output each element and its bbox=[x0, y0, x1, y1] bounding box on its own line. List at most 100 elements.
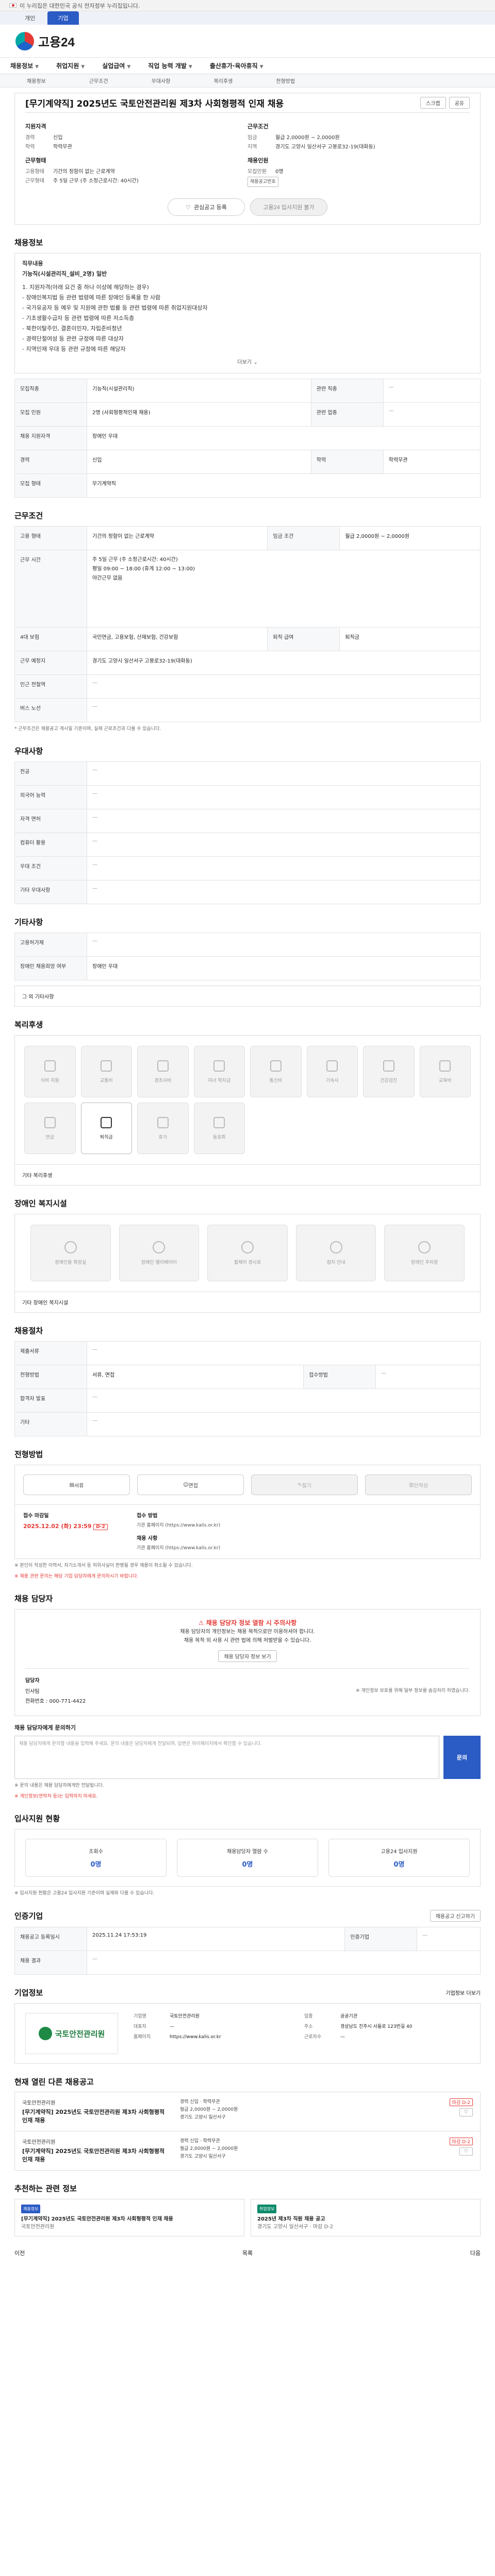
gift-icon bbox=[157, 1060, 169, 1072]
welfare-item: 교통비 bbox=[80, 1046, 132, 1097]
welfare-item: 휴가 bbox=[137, 1103, 189, 1154]
disabled-item: 점자 안내 bbox=[295, 1225, 376, 1281]
gnb-item-leave[interactable]: 출산휴가·육아휴직 ▼ bbox=[210, 61, 263, 70]
chevron-down-icon: ⌄ bbox=[253, 360, 258, 365]
company-logo: 국토안전관리원 bbox=[25, 2013, 118, 2054]
table-row: 외국어 능력 — bbox=[14, 785, 481, 809]
prev-link[interactable]: 이전 bbox=[14, 2249, 25, 2257]
stat-card: 채용담당자 열람 수 0명 bbox=[177, 1839, 318, 1877]
favorite-mini-button[interactable]: ♡ bbox=[459, 2108, 473, 2116]
school-icon bbox=[213, 1060, 225, 1072]
section-title-other-jobs: 현재 열린 다른 채용공고 bbox=[14, 2077, 94, 2087]
welfare-item: 연금 bbox=[24, 1103, 76, 1154]
table-row: 제출서류 — bbox=[14, 1341, 481, 1365]
related-card[interactable]: 취업정보 2025년 제3차 직원 채용 공고 경기도 고양시 일산서구 · 마감 … bbox=[251, 2199, 481, 2236]
snb-process[interactable]: 전형방법 bbox=[276, 77, 295, 84]
table-row: 모집 형태 무기계약직 bbox=[14, 473, 481, 498]
table-row: 채용공고 등록일시 2025.11.24 17:53:19 인증기업 — bbox=[14, 1927, 481, 1951]
table-row: 자격 면허 — bbox=[14, 809, 481, 833]
list-item[interactable]: 국토안전관리원 [무기계약직] 2025년도 국토안전관리원 제3차 사회형평적 … bbox=[14, 2131, 481, 2171]
welfare-box: 식비 지원 교통비 경조사비 자녀 학자금 통신비 기숙사 건강검진 교육비 연… bbox=[14, 1035, 481, 1185]
wheelchair-icon bbox=[241, 1241, 254, 1253]
site-logo[interactable]: 고용24 bbox=[38, 32, 75, 50]
gnb-item-jobs[interactable]: 채용정보 ▼ bbox=[10, 61, 39, 70]
gnb-item-training[interactable]: 직업 능력 개발 ▼ bbox=[148, 61, 192, 70]
apply-button[interactable]: 고용24 입사지원 불가 bbox=[250, 198, 327, 216]
company-logo-icon bbox=[38, 2027, 52, 2040]
tab-business[interactable]: 기업 bbox=[47, 11, 79, 25]
ask-textarea[interactable]: 채용 담당자에게 문의할 내용을 입력해 주세요. 문의 내용은 담당자에게 전… bbox=[14, 1736, 439, 1779]
restroom-icon bbox=[64, 1241, 77, 1253]
list-link[interactable]: 목록 bbox=[242, 2249, 253, 2257]
share-button[interactable]: 공유 bbox=[449, 97, 470, 109]
section-nav: 채용정보 근무조건 우대사항 복리후생 전형방법 bbox=[0, 74, 495, 88]
process-step-written: ✎ 필기 bbox=[251, 1475, 358, 1495]
chevron-down-icon: ▼ bbox=[81, 64, 85, 70]
summary-head-cond: 근무조건 bbox=[248, 123, 269, 130]
more-link[interactable]: 더보기 ⌄ bbox=[22, 358, 473, 368]
table-row: 기타 — bbox=[14, 1412, 481, 1436]
view-manager-button[interactable]: 채용 담당자 정보 보기 bbox=[218, 1650, 277, 1662]
parking-icon bbox=[418, 1241, 431, 1253]
stat-card: 조회수 0명 bbox=[25, 1839, 167, 1877]
snb-workcond[interactable]: 근무조건 bbox=[89, 77, 108, 84]
table-row: 근무 예정지 경기도 고양시 일산서구 고봉로32-19(대화동) bbox=[14, 651, 481, 675]
process-step-aptitude: ▥ 인적성 bbox=[365, 1475, 472, 1495]
process-box: ▤ 서류 ☺ 면접 ✎ 필기 ▥ 인적성 접수 마감일 2025.12.02 (… bbox=[14, 1465, 481, 1559]
section-title-recruit: 채용정보 bbox=[14, 238, 43, 247]
table-row: 모집 인원 2명 (사회형평적인재 채용) 관련 업종 — bbox=[14, 402, 481, 427]
section-title-company: 기업정보 기업정보 더보기 bbox=[14, 1988, 481, 1997]
snb-welfare[interactable]: 복리후생 bbox=[213, 77, 233, 84]
home-icon bbox=[326, 1060, 338, 1072]
favorite-button[interactable]: ♡ 관심공고 등록 bbox=[168, 198, 245, 216]
book-icon bbox=[439, 1060, 451, 1072]
table-row: 버스 노선 — bbox=[14, 698, 481, 722]
warning-icon: ⚠ bbox=[198, 1619, 206, 1626]
document-icon: ▤ bbox=[69, 1482, 75, 1488]
disabled-item: 장애인용 화장실 bbox=[30, 1225, 111, 1281]
etc-note-row: 그 외 기타사항 bbox=[14, 986, 481, 1007]
gov-banner-text: 이 누리집은 대한민국 공식 전자정부 누리집입니다. bbox=[20, 2, 140, 9]
list-item[interactable]: 국토안전관리원 [무기계약직] 2025년도 국토안전관리원 제3차 사회형평적 … bbox=[14, 2092, 481, 2131]
gnb-item-support[interactable]: 취업지원 ▼ bbox=[56, 61, 85, 70]
stats-box: 조회수 0명 채용담당자 열람 수 0명 고용24 입사지원 0명 bbox=[14, 1829, 481, 1887]
next-link[interactable]: 다음 bbox=[470, 2249, 481, 2257]
table-row: 인근 전철역 — bbox=[14, 674, 481, 699]
summary-head-qual: 지원자격 bbox=[25, 123, 46, 130]
pension-icon bbox=[44, 1116, 56, 1128]
favorite-mini-button[interactable]: ♡ bbox=[459, 2147, 473, 2156]
table-row: 기타 우대사항 — bbox=[14, 880, 481, 904]
site-header: 고용24 bbox=[0, 25, 495, 58]
company-more-link[interactable]: 기업정보 더보기 bbox=[446, 1989, 481, 1996]
process-step-document: ▤ 서류 bbox=[23, 1475, 130, 1495]
heart-icon: ♡ bbox=[186, 204, 191, 211]
snb-prefer[interactable]: 우대사항 bbox=[152, 77, 171, 84]
disabled-sub: 기타 장애인 복지시설 bbox=[15, 1292, 480, 1312]
prefer-table: 전공 — 외국어 능력 — 자격 면허 — 컴퓨터 활용 — 우대 조건 — 기타 우대사… bbox=[14, 761, 481, 904]
process-table: 제출서류 — 전형방법 서류, 면접 접수방법 — 합격자 발표 — 기타 — bbox=[14, 1341, 481, 1436]
table-row: 장애인 채용희망 여부 장애인 우대 bbox=[14, 956, 481, 980]
bus-icon bbox=[101, 1060, 112, 1072]
stat-card: 고용24 입사지원 0명 bbox=[328, 1839, 470, 1877]
logo-icon[interactable] bbox=[15, 31, 34, 50]
scrap-button[interactable]: 스크랩 bbox=[420, 97, 446, 109]
table-row: 채용 결과 — bbox=[14, 1951, 481, 1975]
summary-head-worktype: 근무형태 bbox=[25, 157, 46, 164]
ask-label: 채용 담당자에게 문의하기 bbox=[14, 1724, 76, 1731]
tab-individual[interactable]: 개인 bbox=[14, 11, 45, 25]
money-icon bbox=[101, 1116, 112, 1128]
report-button[interactable]: 채용공고 신고하기 bbox=[430, 1910, 481, 1922]
ask-submit-button[interactable]: 문의 bbox=[443, 1736, 481, 1779]
section-title-related: 추천하는 관련 정보 bbox=[14, 2184, 77, 2193]
section-title-cert: 인증기업 채용공고 신고하기 bbox=[14, 1910, 481, 1922]
table-row: 합격자 발표 — bbox=[14, 1388, 481, 1413]
gnb-item-unemployment[interactable]: 실업급여 ▼ bbox=[102, 61, 130, 70]
section-title-prefer: 우대사항 bbox=[14, 747, 43, 756]
table-row: 전공 — bbox=[14, 761, 481, 786]
bottom-nav: 이전 목록 다음 bbox=[14, 2236, 481, 2263]
related-card[interactable]: 채용정보 [무기계약직] 2025년도 국토안전관리원 제3차 사회형평적 인재 … bbox=[14, 2199, 244, 2236]
vacation-icon bbox=[157, 1116, 169, 1128]
snb-recruit[interactable]: 채용정보 bbox=[27, 77, 46, 84]
disabled-box: 장애인용 화장실 장애인 엘리베이터 휠체어 경사로 점자 안내 장애인 주차장… bbox=[14, 1214, 481, 1313]
welfare-item: 교육비 bbox=[419, 1046, 471, 1097]
